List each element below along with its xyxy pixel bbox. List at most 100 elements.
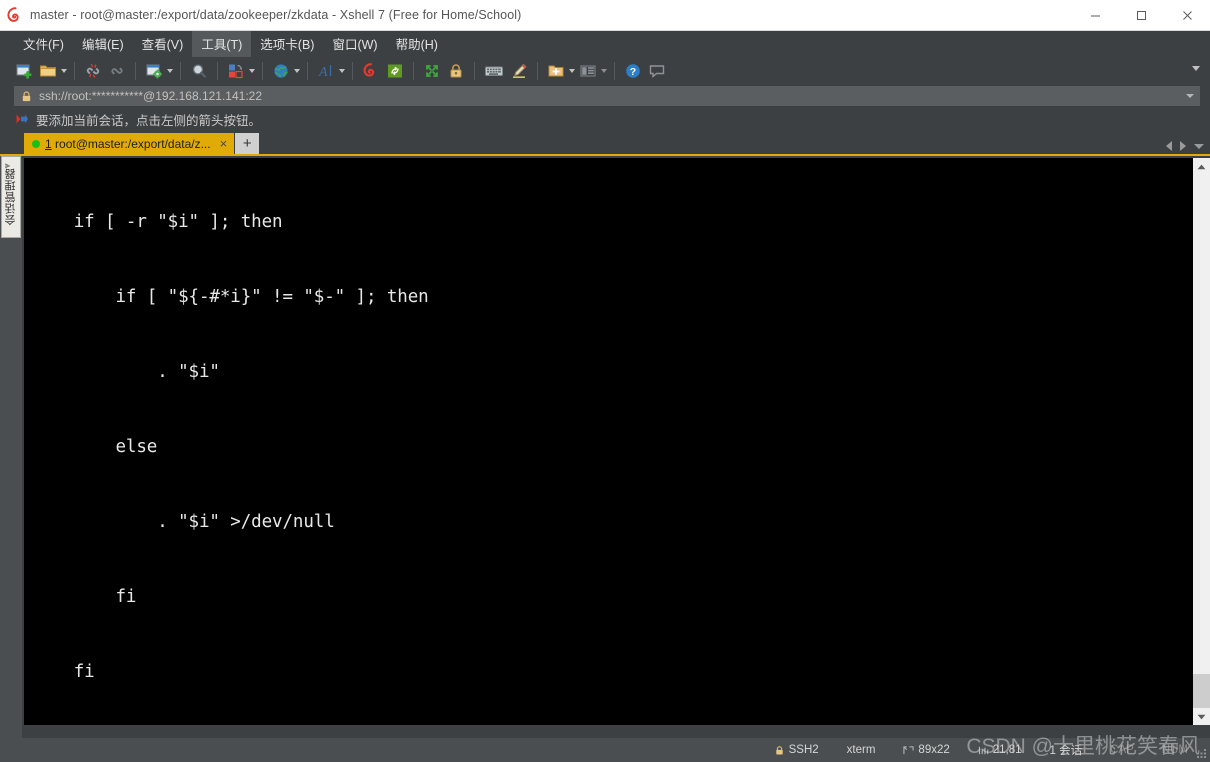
svg-text:A: A: [318, 65, 328, 80]
address-value: ssh://root:***********@192.168.121.141:2…: [39, 89, 263, 103]
font-dropdown-icon[interactable]: [337, 59, 346, 83]
xshell-icon[interactable]: [359, 59, 383, 83]
title-bar: master - root@master:/export/data/zookee…: [0, 0, 1210, 31]
status-position: 21,81: [964, 744, 1036, 756]
address-input[interactable]: ssh://root:***********@192.168.121.141:2…: [14, 86, 1200, 106]
highlight-pen-icon[interactable]: [507, 59, 531, 83]
scroll-down-arrow-icon[interactable]: [1193, 708, 1210, 725]
cursor-position-icon: [978, 746, 989, 754]
terminal-line: . "$i": [32, 362, 220, 382]
red-arrow-icon: [16, 114, 28, 124]
session-manager-tab[interactable]: ⫸ 会话管理器: [1, 156, 21, 238]
terminal-scrollbar[interactable]: [1193, 158, 1210, 725]
terminal-line: if [ "${-#*i}" != "$-" ]; then: [32, 287, 429, 307]
terminal-line: if [ -r "$i" ]; then: [32, 212, 283, 232]
notice-bar: 要添加当前会话，点击左侧的箭头按钮。: [0, 107, 1210, 131]
add-folder-icon[interactable]: [544, 59, 568, 83]
tab-next-arrow-icon[interactable]: [1180, 141, 1186, 151]
layout-dropdown-icon[interactable]: [599, 59, 608, 83]
xshell-logo-icon: [0, 0, 30, 31]
status-size: 89x22: [889, 744, 963, 756]
scrollbar-thumb[interactable]: [1193, 674, 1210, 708]
status-session-count-label: 1 会话: [1049, 745, 1083, 757]
menu-help[interactable]: 帮助(H): [387, 31, 447, 57]
tab-close-icon[interactable]: ×: [218, 137, 230, 150]
status-cap-label: CAP: [1110, 744, 1134, 756]
notice-text: 要添加当前会话，点击左侧的箭头按钮。: [36, 113, 262, 128]
layout-icon[interactable]: [576, 59, 600, 83]
toolbar-overflow-icon[interactable]: [1192, 66, 1200, 71]
globe-dropdown-icon[interactable]: [292, 59, 301, 83]
toolbar-separator: [614, 62, 615, 80]
resize-icon: [903, 745, 915, 754]
disconnect-icon[interactable]: [81, 59, 105, 83]
terminal-line: fi: [32, 587, 137, 607]
new-session-icon[interactable]: [12, 59, 36, 83]
find-icon[interactable]: [187, 59, 211, 83]
menu-tools[interactable]: 工具(T): [192, 31, 252, 57]
new-tab-button[interactable]: +: [235, 133, 260, 154]
menu-file[interactable]: 文件(F): [14, 31, 73, 57]
help-icon[interactable]: ?: [621, 59, 645, 83]
status-session-count: 1 会话: [1036, 742, 1097, 758]
session-properties-icon[interactable]: [142, 59, 166, 83]
open-folder-dropdown-icon[interactable]: [59, 59, 68, 83]
address-dropdown-icon[interactable]: [1186, 94, 1194, 98]
toolbar: A ?: [0, 57, 1210, 85]
status-num-indicator: NUM: [1148, 744, 1202, 756]
tab-prev-arrow-icon[interactable]: [1166, 141, 1172, 151]
scrollbar-track[interactable]: [1193, 175, 1210, 708]
menu-edit[interactable]: 编辑(E): [73, 31, 133, 57]
status-protocol-label: SSH2: [788, 744, 819, 756]
svg-text:?: ?: [630, 66, 636, 78]
main-area: ⫸ 会话管理器 if [ -r "$i" ]; then if [ "${-#*…: [0, 154, 1210, 738]
close-button[interactable]: [1164, 0, 1210, 31]
terminal-line: . "$i" >/dev/null: [32, 512, 335, 532]
session-tab-1[interactable]: 1 root@master:/export/data/z... ×: [24, 133, 235, 154]
maximize-button[interactable]: [1118, 0, 1164, 31]
toolbar-separator: [217, 62, 218, 80]
tab-title: root@master:/export/data/z...: [51, 136, 211, 151]
tab-list-arrow-icon[interactable]: [1194, 143, 1204, 149]
terminal-wrapper: if [ -r "$i" ]; then if [ "${-#*i}" != "…: [22, 156, 1210, 738]
tab-navigation: [1166, 141, 1204, 151]
toolbar-separator: [307, 62, 308, 80]
status-cap-indicator: CAP: [1096, 744, 1148, 756]
minimize-button[interactable]: [1072, 0, 1118, 31]
color-scheme-icon[interactable]: [224, 59, 248, 83]
xshell-window: master - root@master:/export/data/zookee…: [0, 0, 1210, 762]
toolbar-separator: [413, 62, 414, 80]
lock-icon[interactable]: [444, 59, 468, 83]
session-properties-dropdown-icon[interactable]: [165, 59, 174, 83]
feedback-icon[interactable]: [645, 59, 669, 83]
xftp-icon[interactable]: [383, 59, 407, 83]
menu-view[interactable]: 查看(V): [133, 31, 193, 57]
menu-tabs[interactable]: 选项卡(B): [251, 31, 323, 57]
open-folder-icon[interactable]: [36, 59, 60, 83]
status-position-label: 21,81: [992, 744, 1022, 756]
fullscreen-icon[interactable]: [420, 59, 444, 83]
toolbar-separator: [135, 62, 136, 80]
status-bar: SSH2 xterm 89x22 21,81 1 会话 CAP NUM CSDN…: [0, 735, 1210, 762]
add-folder-dropdown-icon[interactable]: [567, 59, 576, 83]
terminal-line: else: [32, 437, 158, 457]
lock-icon: [775, 745, 783, 754]
tab-bar: 1 root@master:/export/data/z... × +: [0, 131, 1210, 154]
toolbar-separator: [74, 62, 75, 80]
lock-icon: [22, 90, 31, 101]
resize-grip-icon[interactable]: [1196, 748, 1207, 759]
scroll-up-arrow-icon[interactable]: [1193, 158, 1210, 175]
globe-icon[interactable]: [269, 59, 293, 83]
session-manager-panel[interactable]: ⫸ 会话管理器: [0, 156, 22, 738]
reconnect-icon[interactable]: [105, 59, 129, 83]
menu-window[interactable]: 窗口(W): [323, 31, 386, 57]
terminal-screen[interactable]: if [ -r "$i" ]; then if [ "${-#*i}" != "…: [24, 158, 1193, 725]
toolbar-separator: [474, 62, 475, 80]
toolbar-separator: [352, 62, 353, 80]
status-num-label: NUM: [1161, 744, 1188, 756]
keyboard-icon[interactable]: [481, 59, 507, 83]
font-icon[interactable]: A: [314, 59, 338, 83]
status-size-label: 89x22: [918, 744, 950, 756]
address-bar: ssh://root:***********@192.168.121.141:2…: [0, 85, 1210, 107]
color-scheme-dropdown-icon[interactable]: [247, 59, 256, 83]
